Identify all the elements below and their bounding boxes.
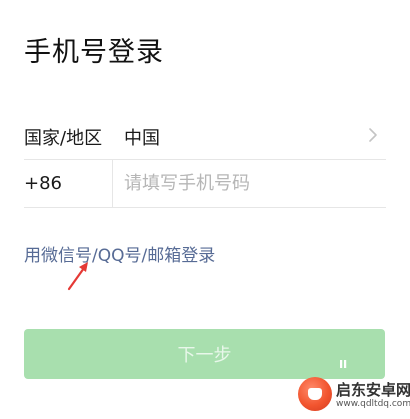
region-label: 国家/地区 — [24, 128, 103, 149]
alt-login-link[interactable]: 用微信号/QQ号/邮箱登录 — [24, 241, 215, 266]
watermark-name: 启东安卓网 — [336, 381, 410, 399]
watermark-logo-icon — [298, 377, 332, 411]
watermark-url: www.qdltdq.com — [336, 399, 410, 409]
phone-number-input[interactable] — [124, 168, 374, 198]
chevron-right-icon — [369, 128, 377, 142]
cursor-indicator-icon — [340, 360, 347, 368]
region-value: 中国 — [124, 128, 160, 149]
next-button[interactable]: 下一步 — [24, 329, 385, 379]
vertical-divider — [112, 160, 113, 207]
country-code[interactable]: +86 — [24, 173, 62, 194]
region-selector[interactable]: 国家/地区 中国 — [24, 110, 386, 160]
page-title: 手机号登录 — [24, 37, 164, 68]
red-arrow-annotation-icon — [67, 262, 88, 291]
phone-number-row: +86 — [24, 160, 386, 208]
watermark: 启东安卓网 www.qdltdq.com — [298, 373, 410, 417]
